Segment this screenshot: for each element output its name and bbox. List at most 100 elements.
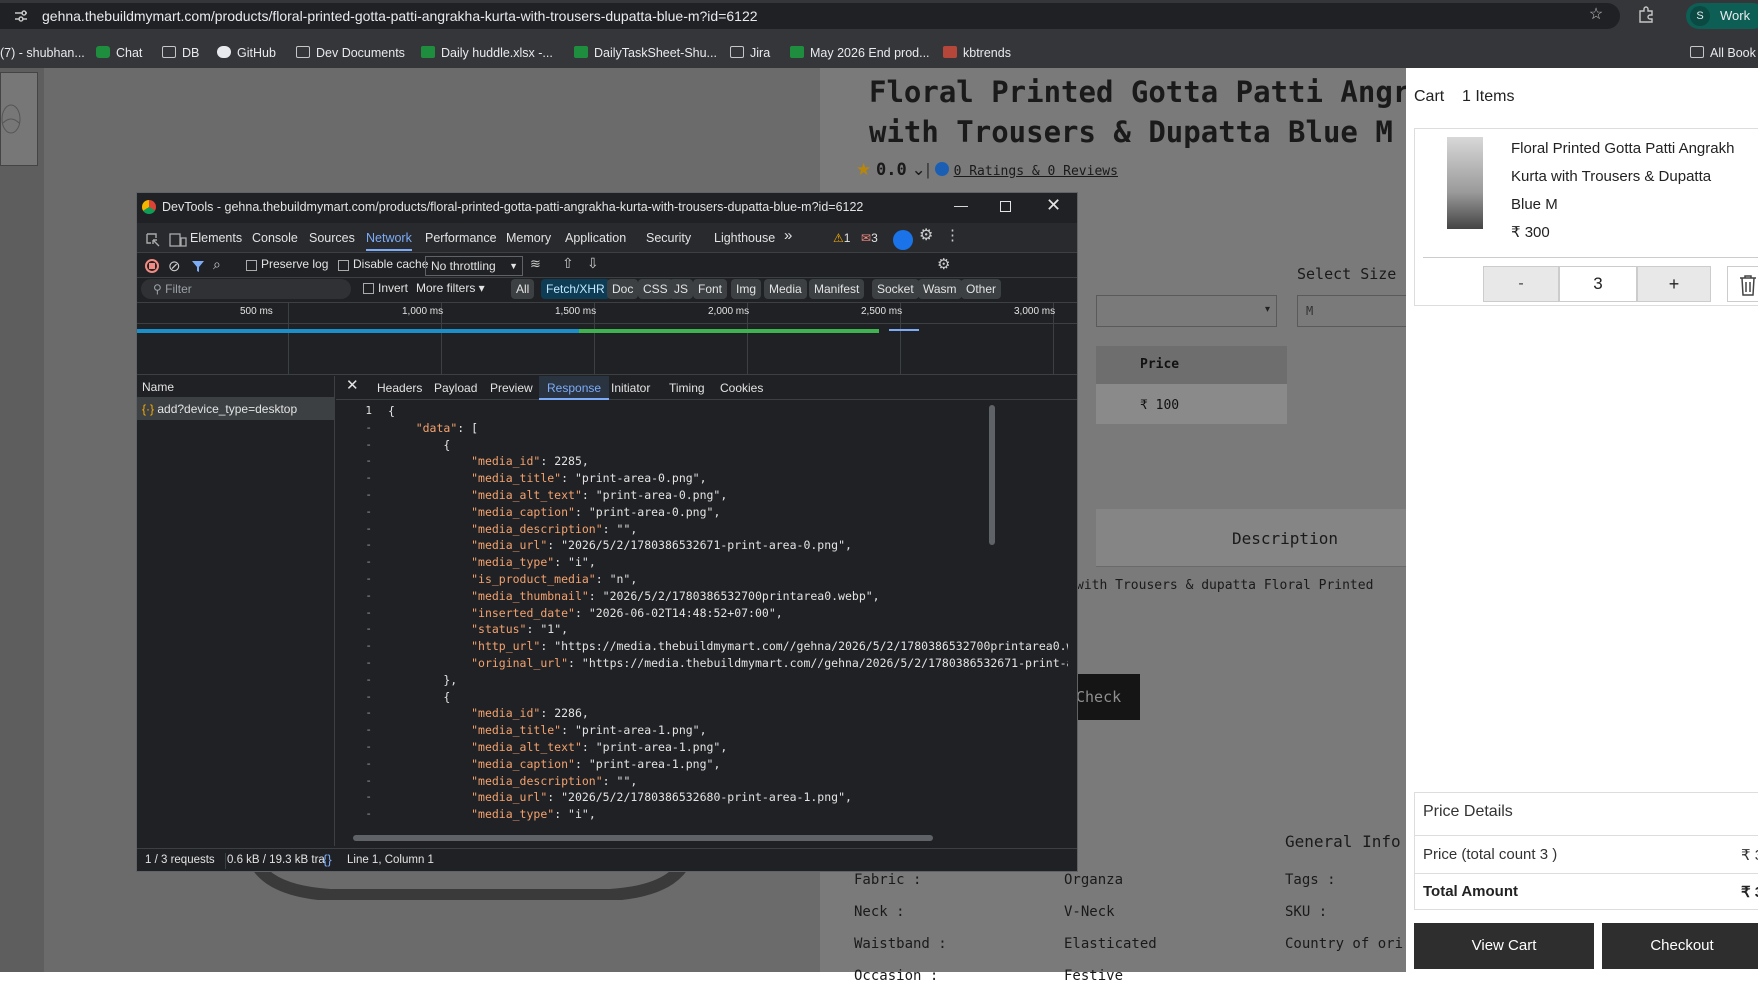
devtools-titlebar[interactable]: DevTools - gehna.thebuildmymart.com/prod… <box>137 193 1077 223</box>
tab-sources[interactable]: Sources <box>309 225 355 251</box>
more-filters-dropdown[interactable]: More filters ▾ <box>416 281 485 295</box>
delete-item-button[interactable] <box>1727 266 1758 302</box>
response-viewer[interactable]: 1 ------------------------ { "data": [ {… <box>336 401 1077 836</box>
device-toolbar-icon[interactable] <box>169 232 187 248</box>
chip-wasm[interactable]: Wasm <box>918 279 962 299</box>
request-row[interactable]: {·} add?device_type=desktop <box>137 398 335 420</box>
ratings-link[interactable]: 0 Ratings & 0 Reviews <box>954 164 1118 179</box>
bookmark-item[interactable]: Chat <box>96 44 142 62</box>
tab-response[interactable]: Response <box>539 376 610 400</box>
chip-js[interactable]: JS <box>669 279 694 299</box>
quantity-increase-button[interactable]: + <box>1637 266 1711 302</box>
chip-doc[interactable]: Doc <box>607 279 639 299</box>
response-line: "media_alt_text": "print-area-1.png", <box>471 740 728 754</box>
pretty-print-icon[interactable]: {} <box>323 852 332 867</box>
close-detail-icon[interactable]: ✕ <box>346 376 359 394</box>
checkout-button[interactable]: Checkout <box>1602 923 1758 969</box>
network-conditions-icon[interactable]: ≋ <box>530 256 541 272</box>
bookmark-item[interactable]: DailyTaskSheet-Shu... <box>574 44 717 62</box>
tab-preview[interactable]: Preview <box>490 376 533 400</box>
bookmark-item[interactable]: May 2026 End prod... <box>790 44 930 62</box>
name-column-header[interactable]: Name <box>137 376 335 398</box>
timeline-tick: 500 ms <box>240 306 273 317</box>
quantity-field[interactable]: 3 <box>1559 266 1637 302</box>
preserve-log-checkbox[interactable] <box>246 260 257 271</box>
tab-initiator[interactable]: Initiator <box>611 376 650 400</box>
chip-img[interactable]: Img <box>731 279 762 299</box>
ai-assist-icon[interactable] <box>893 230 913 250</box>
throttling-select[interactable]: No throttling ▼ <box>425 256 523 276</box>
bookmark-item[interactable]: Jira <box>730 44 770 62</box>
response-line: "media_url": "2026/5/2/1780386532671-pri… <box>471 538 852 553</box>
errors-badge[interactable]: ✉3 <box>861 225 878 251</box>
product-thumbnail[interactable] <box>0 72 38 166</box>
tab-application[interactable]: Application <box>565 225 626 251</box>
bookmark-item[interactable]: GitHub <box>217 44 276 62</box>
chip-manifest[interactable]: Manifest <box>809 279 865 299</box>
tab-cookies[interactable]: Cookies <box>720 376 763 400</box>
spec-key: Occasion : <box>854 968 939 984</box>
profile-button[interactable]: S Work <box>1686 3 1758 29</box>
extensions-icon[interactable] <box>1637 6 1655 24</box>
description-tab[interactable]: Description <box>1096 509 1406 567</box>
tab-payload[interactable]: Payload <box>434 376 477 400</box>
bookmark-item[interactable]: Dev Documents <box>296 44 405 62</box>
bookmark-star-icon[interactable]: ☆ <box>1587 6 1605 24</box>
verified-icon <box>934 162 949 176</box>
profile-avatar: S <box>1690 6 1710 26</box>
more-tabs-icon[interactable]: » <box>784 223 792 249</box>
site-info-icon[interactable] <box>14 9 28 23</box>
invert-checkbox[interactable] <box>363 283 374 294</box>
more-options-icon[interactable]: ⋮ <box>945 223 960 249</box>
bookmark-item[interactable]: DB <box>162 44 199 62</box>
chip-fetch-xhr[interactable]: Fetch/XHR <box>541 279 610 299</box>
chip-other[interactable]: Other <box>961 279 1002 299</box>
chip-all[interactable]: All <box>511 279 535 299</box>
cart-drawer: Cart 1 Items Floral Printed Gotta Patti … <box>1406 68 1758 972</box>
tab-performance[interactable]: Performance <box>425 225 497 251</box>
close-window-icon[interactable]: ✕ <box>1046 195 1061 216</box>
export-har-icon[interactable]: ⇩ <box>587 255 599 272</box>
tab-network[interactable]: Network <box>366 225 412 251</box>
rating-row: ★ 0.0 ⌄| 0 Ratings & 0 Reviews <box>856 160 1118 180</box>
inspect-element-icon[interactable] <box>145 232 161 248</box>
minimize-icon[interactable]: — <box>954 197 968 213</box>
size-select[interactable]: M <box>1297 295 1407 327</box>
timeline-overview[interactable]: 500 ms 1,000 ms 1,500 ms 2,000 ms 2,500 … <box>137 303 1077 375</box>
clear-icon[interactable]: ⊘ <box>168 257 181 275</box>
bookmark-item[interactable]: Daily huddle.xlsx -... <box>421 44 553 62</box>
bookmark-item[interactable]: All Book <box>1690 44 1756 62</box>
response-line: "media_alt_text": "print-area-0.png", <box>471 488 728 502</box>
folder-icon <box>162 46 176 58</box>
chip-media[interactable]: Media <box>764 279 807 299</box>
tab-security[interactable]: Security <box>646 225 691 251</box>
tab-timing[interactable]: Timing <box>669 376 705 400</box>
variant-select[interactable]: ▾ <box>1096 295 1277 327</box>
view-cart-button[interactable]: View Cart <box>1414 923 1594 969</box>
quantity-decrease-button[interactable]: - <box>1483 266 1559 302</box>
tab-elements[interactable]: Elements <box>190 225 242 251</box>
vertical-scrollbar[interactable] <box>989 405 995 545</box>
settings-gear-icon[interactable]: ⚙ <box>919 223 933 249</box>
tab-console[interactable]: Console <box>252 225 298 251</box>
horizontal-scrollbar[interactable] <box>353 835 933 841</box>
filter-input[interactable]: ⚲ Filter <box>141 279 351 299</box>
import-har-icon[interactable]: ⇧ <box>562 255 574 272</box>
tab-memory[interactable]: Memory <box>506 225 551 251</box>
bookmark-item[interactable]: kbtrends <box>943 44 1011 62</box>
address-bar[interactable]: gehna.thebuildmymart.com/products/floral… <box>0 3 1620 29</box>
tab-lighthouse[interactable]: Lighthouse <box>714 225 775 251</box>
chip-socket[interactable]: Socket <box>872 279 919 299</box>
search-icon[interactable]: ⌕ <box>213 256 221 273</box>
chip-css[interactable]: CSS <box>638 279 673 299</box>
bookmark-item[interactable]: (7) - shubhan... <box>0 44 85 62</box>
tab-headers[interactable]: Headers <box>377 376 422 400</box>
disable-cache-checkbox[interactable] <box>338 260 349 271</box>
network-settings-icon[interactable]: ⚙ <box>937 255 950 273</box>
filter-funnel-icon[interactable] <box>191 259 205 273</box>
response-line: "media_id": 2285, <box>471 454 589 469</box>
warnings-badge[interactable]: ⚠1 <box>833 225 850 251</box>
chip-font[interactable]: Font <box>693 279 728 299</box>
maximize-icon[interactable] <box>1000 201 1011 212</box>
record-stop-icon[interactable] <box>145 259 159 273</box>
